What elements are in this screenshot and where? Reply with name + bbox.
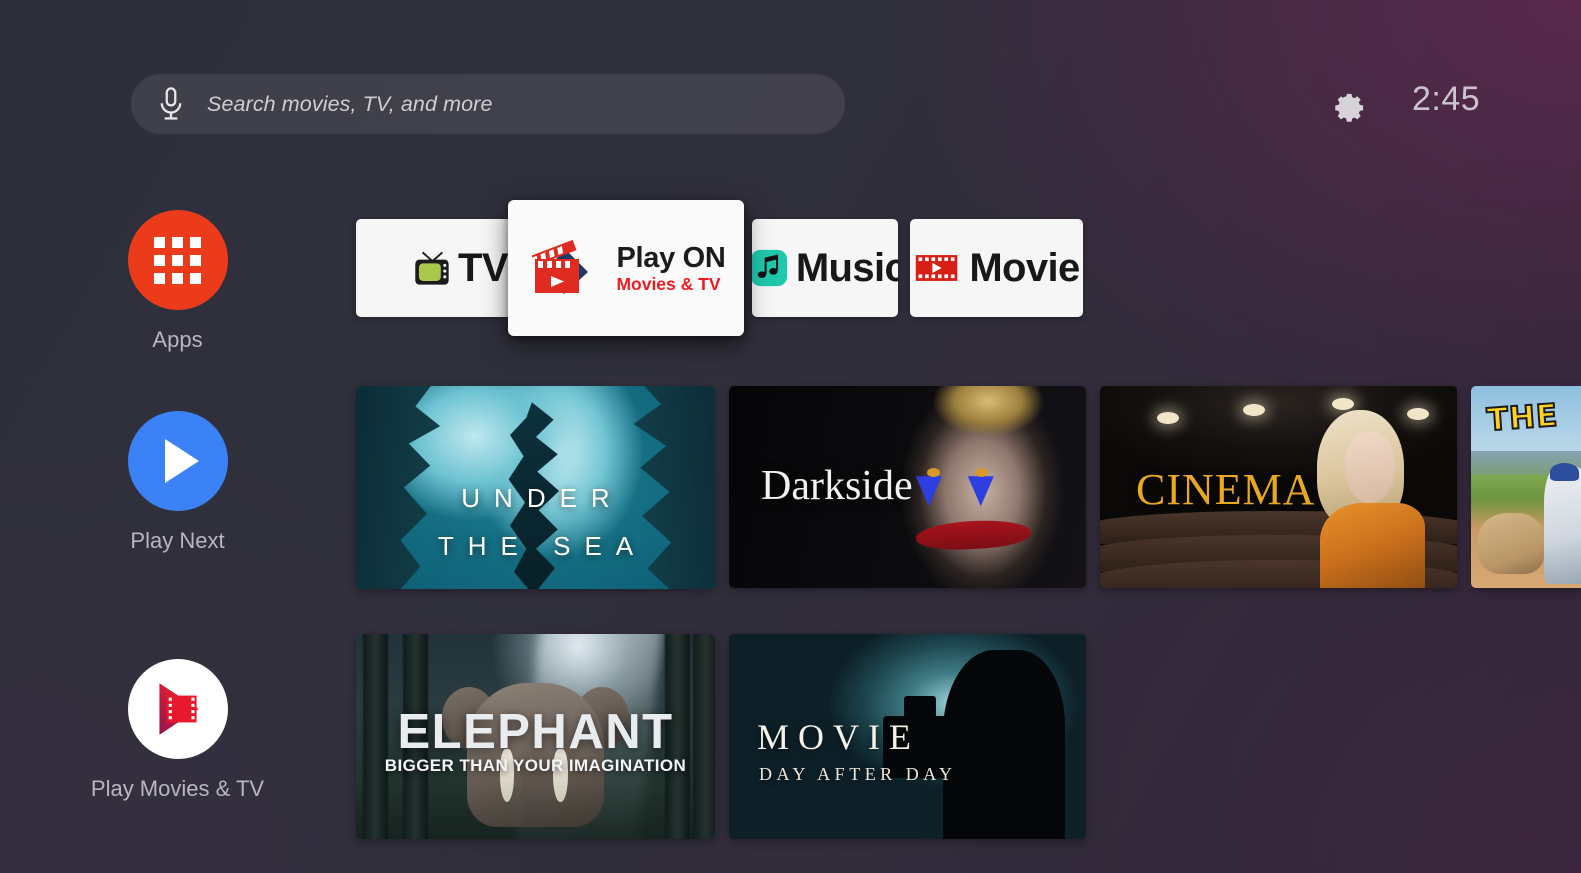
film-strip-play-icon: [916, 255, 958, 281]
app-card-label: Movie: [969, 246, 1080, 290]
content-tile-the[interactable]: THE: [1471, 386, 1581, 588]
top-bar: Search movies, TV, and more 2:45: [0, 0, 1581, 170]
tile-title: UNDER: [461, 483, 624, 513]
app-card-music[interactable]: Music: [752, 219, 898, 317]
tile-title: THE: [1485, 397, 1561, 440]
tile-subtitle: BIGGER THAN YOUR IMAGINATION: [384, 756, 687, 775]
android-tv-home-screen: Search movies, TV, and more 2:45 Apps Pl…: [0, 0, 1581, 873]
microphone-icon: [160, 87, 182, 120]
app-card-label: Music: [795, 246, 898, 290]
clock: 2:45: [1412, 80, 1481, 118]
tile-title: CINEMA: [1136, 465, 1316, 514]
content-tile-movie-day-after-day[interactable]: MOVIE DAY AFTER DAY: [729, 634, 1086, 839]
app-card-sublabel: Movies & TV: [616, 274, 721, 295]
sidebar-item-play-movies-tv[interactable]: Play Movies & TV: [0, 659, 355, 802]
play-triangle-icon: [127, 411, 228, 511]
music-note-icon: [752, 249, 787, 287]
search-placeholder-text: Search movies, TV, and more: [207, 91, 493, 116]
retro-tv-icon: [415, 251, 449, 285]
play-movies-logo-icon: [127, 659, 228, 759]
tile-title: MOVIE: [757, 717, 920, 757]
search-input[interactable]: Search movies, TV, and more: [131, 74, 845, 134]
content-tile-cinema[interactable]: CINEMA: [1100, 386, 1457, 588]
app-card-movie[interactable]: Movie: [910, 219, 1083, 317]
app-card-label: TV: [458, 246, 509, 290]
tile-title: Darkside: [761, 463, 913, 509]
sidebar-item-label: Play Movies & TV: [90, 776, 265, 801]
clapperboard-play-icon: [531, 239, 589, 294]
content-tile-elephant[interactable]: ELEPHANT BIGGER THAN YOUR IMAGINATION: [356, 634, 715, 839]
tile-title-line2: THE SEA: [437, 531, 648, 561]
gear-icon[interactable]: [1326, 82, 1368, 124]
app-row: TV Music Movie Play ON Movies & TV: [0, 195, 1581, 380]
content-tile-under-the-sea[interactable]: UNDER THE SEA: [356, 386, 715, 589]
sidebar-item-label: Play Next: [130, 528, 225, 553]
tile-subtitle: DAY AFTER DAY: [759, 764, 957, 784]
tile-title: ELEPHANT: [397, 705, 674, 759]
app-card-play-on[interactable]: Play ON Movies & TV: [508, 200, 744, 336]
content-tile-darkside[interactable]: Darkside: [729, 386, 1086, 588]
sidebar-item-play-next[interactable]: Play Next: [0, 411, 355, 554]
app-card-label: Play ON: [616, 241, 726, 274]
